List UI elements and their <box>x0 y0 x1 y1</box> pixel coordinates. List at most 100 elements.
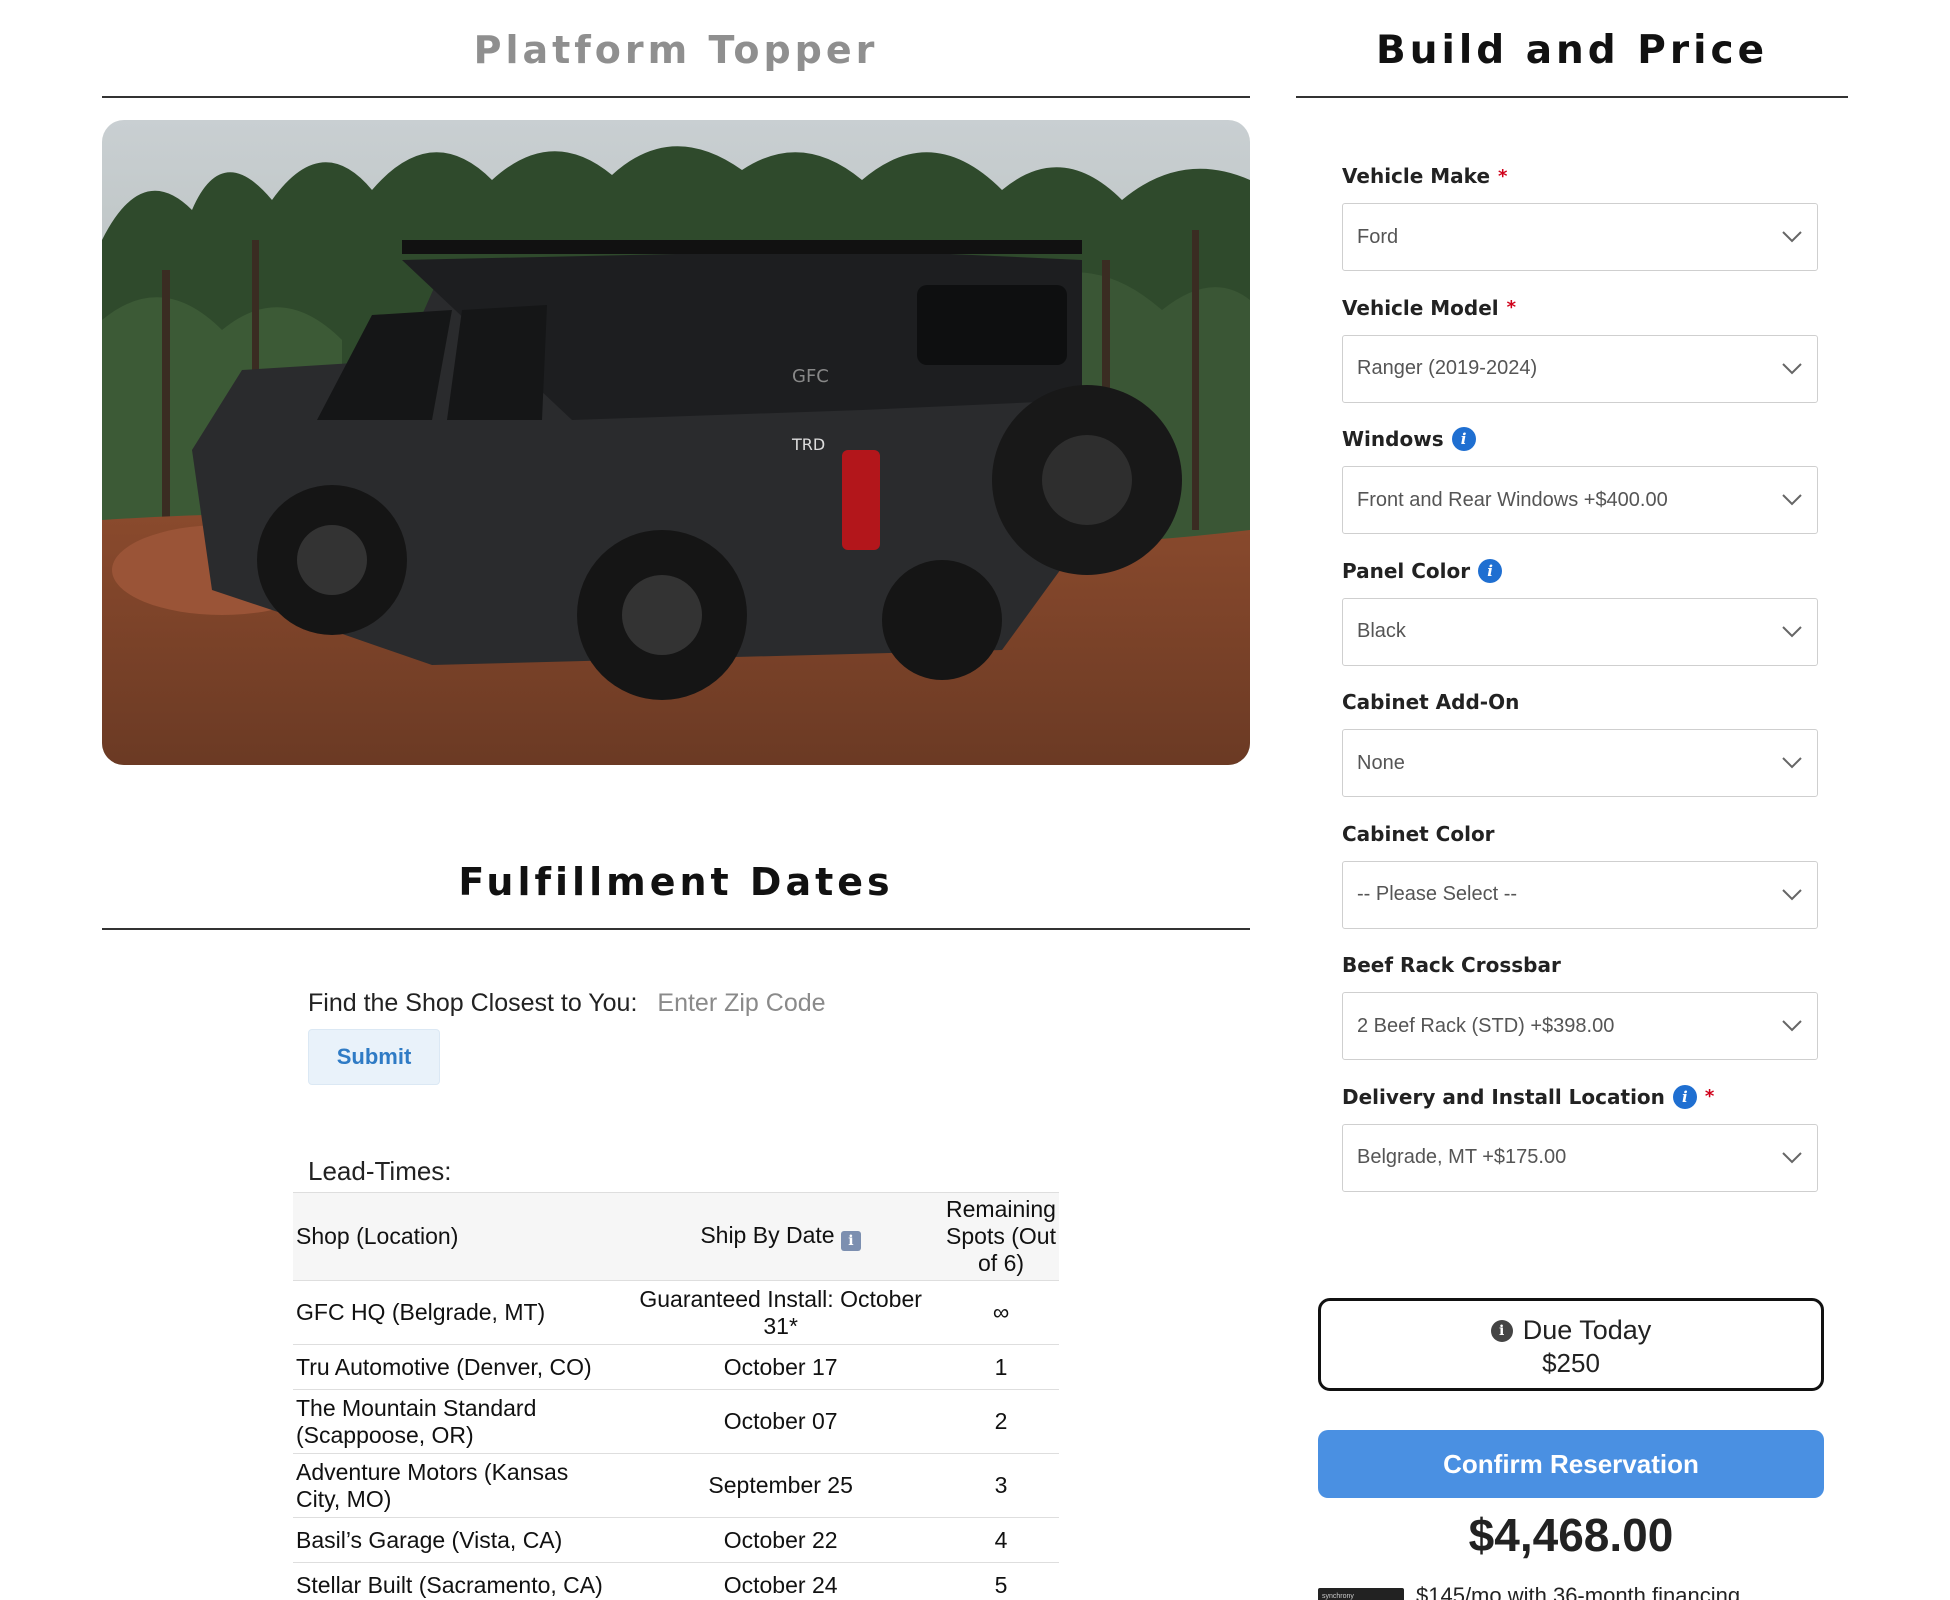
spots-cell: 2 <box>943 1389 1059 1454</box>
select-value: Ranger (2019-2024) <box>1357 357 1538 379</box>
spots-cell: 3 <box>943 1453 1059 1518</box>
shop-cell: The Mountain Standard (Scappoose, OR) <box>293 1389 619 1454</box>
column-header-shop: Shop (Location) <box>293 1192 619 1281</box>
delivery-location-label: Delivery and Install Location <box>1342 1084 1665 1109</box>
shop-cell: GFC HQ (Belgrade, MT) <box>293 1280 619 1345</box>
cabinet-add-on-label: Cabinet Add-On <box>1342 690 1520 714</box>
due-today-box: i Due Today $250 <box>1318 1298 1824 1391</box>
ship-date-header-label: Ship By Date <box>700 1222 835 1248</box>
beef-rack-crossbar-select[interactable]: 2 Beef Rack (STD) +$398.00 <box>1342 992 1818 1060</box>
select-value: Ford <box>1357 225 1399 248</box>
field-label: Windows i <box>1342 423 1818 455</box>
column-header-spots: Remaining Spots (Out of 6) <box>943 1192 1059 1281</box>
info-icon[interactable]: i <box>1478 558 1503 583</box>
vehicle-model-label: Vehicle Model <box>1342 295 1499 320</box>
select-value: Belgrade, MT +$175.00 <box>1357 1146 1567 1168</box>
product-title: Platform Topper <box>473 28 879 72</box>
column-header-ship-date: Ship By Date i <box>618 1192 944 1281</box>
chevron-down-icon <box>1782 231 1802 243</box>
field-vehicle-model: Vehicle Model * Ranger (2019-2024) <box>1342 292 1818 424</box>
field-panel-color: Panel Color i Black <box>1342 555 1818 687</box>
build-title-divider <box>1296 96 1848 98</box>
field-label: Cabinet Add-On <box>1342 686 1818 718</box>
due-today-amount: $250 <box>1542 1348 1600 1378</box>
spots-cell: 4 <box>943 1517 1059 1563</box>
info-icon[interactable]: i <box>1490 1319 1513 1342</box>
total-price: $4,468.00 <box>1468 1509 1674 1561</box>
required-mark: * <box>1506 297 1517 318</box>
lead-times-table: Shop (Location) Ship By Date i Remaining… <box>293 1192 1059 1600</box>
fulfillment-title-divider <box>102 928 1250 930</box>
table-row: Tru Automotive (Denver, CO) October 17 1 <box>293 1344 1059 1390</box>
windows-select[interactable]: Front and Rear Windows +$400.00 <box>1342 466 1818 534</box>
table-header-row: Shop (Location) Ship By Date i Remaining… <box>293 1192 1059 1281</box>
chevron-down-icon <box>1782 494 1802 506</box>
cabinet-color-select[interactable]: -- Please Select -- <box>1342 860 1818 929</box>
field-label: Vehicle Make * <box>1342 160 1818 192</box>
shop-cell: Stellar Built (Sacramento, CA) <box>293 1562 619 1600</box>
field-label: Delivery and Install Location i * <box>1342 1081 1818 1113</box>
zip-search-row: Find the Shop Closest to You: <box>308 983 978 1023</box>
required-mark: * <box>1498 165 1508 187</box>
field-label: Vehicle Model * <box>1342 292 1818 324</box>
chevron-down-icon <box>1782 888 1802 900</box>
confirm-reservation-button[interactable]: Confirm Reservation <box>1318 1430 1824 1498</box>
shop-cell: Basil’s Garage (Vista, CA) <box>293 1517 619 1563</box>
gfc-decal: GFC <box>792 366 829 387</box>
financing-row: synchrony $145/mo with 36-month financin… <box>1318 1583 1746 1600</box>
field-windows: Windows i Front and Rear Windows +$400.00 <box>1342 423 1818 555</box>
table-row: GFC HQ (Belgrade, MT) Guaranteed Install… <box>293 1280 1059 1345</box>
select-value: Black <box>1357 620 1406 642</box>
info-icon[interactable]: i <box>1451 427 1476 451</box>
truck-photo: GFC TRD <box>102 120 1250 765</box>
synchrony-logo: synchrony <box>1318 1587 1404 1600</box>
due-today-label: Due Today <box>1522 1315 1652 1345</box>
delivery-location-select[interactable]: Belgrade, MT +$175.00 <box>1342 1123 1818 1192</box>
info-icon[interactable]: i <box>840 1231 861 1251</box>
ship-date-cell: October 24 <box>618 1562 944 1600</box>
field-label: Cabinet Color <box>1342 818 1818 850</box>
field-cabinet-color: Cabinet Color -- Please Select -- <box>1342 818 1818 950</box>
vehicle-make-select[interactable]: Ford <box>1342 203 1818 271</box>
table-row: Basil’s Garage (Vista, CA) October 22 4 <box>293 1517 1059 1563</box>
ship-date-cell: October 22 <box>618 1517 944 1563</box>
cabinet-color-label: Cabinet Color <box>1342 821 1495 846</box>
chevron-down-icon <box>1782 362 1802 374</box>
panel-color-label: Panel Color <box>1342 558 1471 583</box>
chevron-down-icon <box>1782 625 1802 637</box>
submit-button[interactable]: Submit <box>308 1029 440 1085</box>
spots-cell: 1 <box>943 1344 1059 1390</box>
panel-color-select[interactable]: Black <box>1342 597 1818 666</box>
build-form: Vehicle Make * Ford Vehicle Model * Ranger… <box>1342 160 1818 1212</box>
field-beef-rack-crossbar: Beef Rack Crossbar 2 Beef Rack (STD) +$3… <box>1342 949 1818 1081</box>
vehicle-make-label: Vehicle Make <box>1342 164 1491 188</box>
info-icon[interactable]: i <box>1672 1084 1697 1109</box>
ship-date-cell: Guaranteed Install: October 31* <box>618 1280 944 1345</box>
build-and-price-title: Build and Price <box>1375 28 1769 73</box>
due-today-heading: i Due Today <box>1321 1315 1821 1346</box>
select-value: None <box>1357 751 1405 774</box>
field-vehicle-make: Vehicle Make * Ford <box>1342 160 1818 292</box>
shop-cell: Adventure Motors (Kansas City, MO) <box>293 1453 619 1518</box>
chevron-down-icon <box>1782 757 1802 769</box>
vehicle-model-select[interactable]: Ranger (2019-2024) <box>1342 334 1818 403</box>
product-hero-image: GFC TRD <box>102 120 1250 765</box>
windows-label: Windows <box>1342 427 1444 451</box>
spots-cell: 5 <box>943 1562 1059 1600</box>
product-title-divider <box>102 96 1250 98</box>
select-value: -- Please Select -- <box>1357 883 1518 905</box>
field-label: Panel Color i <box>1342 555 1818 587</box>
zip-label: Find the Shop Closest to You: <box>308 988 638 1017</box>
field-label: Beef Rack Crossbar <box>1342 949 1818 981</box>
trd-badge: TRD <box>791 435 825 454</box>
select-value: 2 Beef Rack (STD) +$398.00 <box>1357 1014 1615 1037</box>
lead-times-label: Lead-Times: <box>308 1156 452 1186</box>
zip-code-input[interactable] <box>657 983 978 1023</box>
table-row: The Mountain Standard (Scappoose, OR) Oc… <box>293 1389 1059 1454</box>
chevron-down-icon <box>1782 1151 1802 1163</box>
cabinet-add-on-select[interactable]: None <box>1342 729 1818 797</box>
ship-date-cell: September 25 <box>618 1453 944 1518</box>
shop-cell: Tru Automotive (Denver, CO) <box>293 1344 619 1390</box>
beef-rack-crossbar-label: Beef Rack Crossbar <box>1342 953 1561 977</box>
chevron-down-icon <box>1782 1020 1802 1032</box>
